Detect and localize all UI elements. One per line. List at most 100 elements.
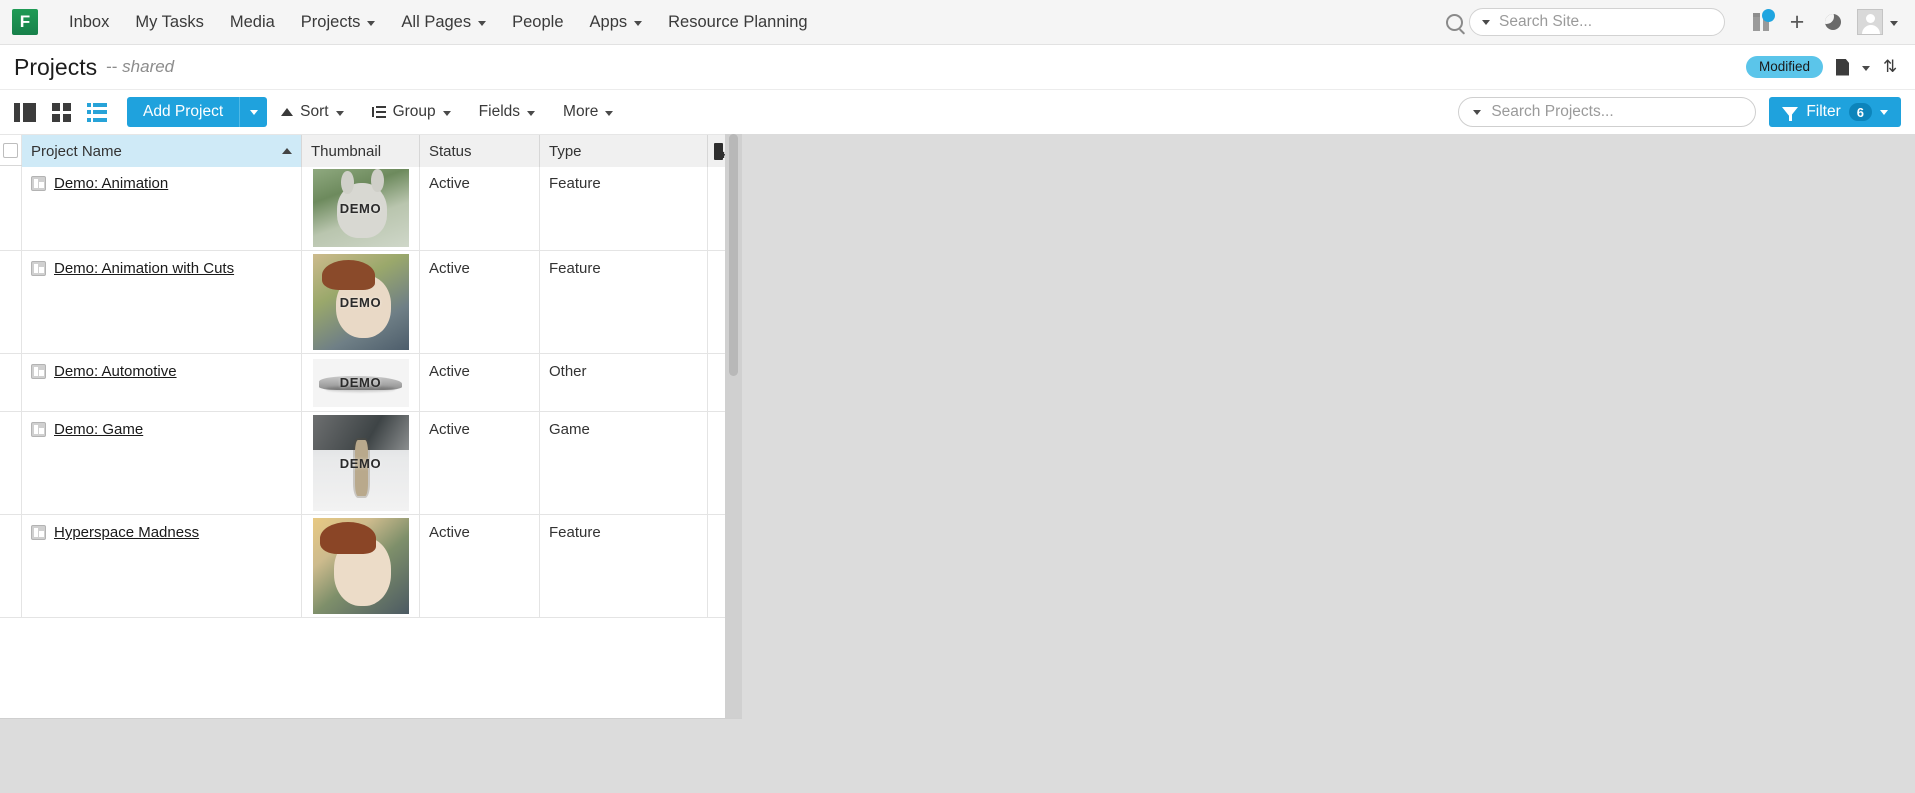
more-button[interactable]: More bbox=[549, 97, 627, 127]
vertical-scrollbar-thumb[interactable] bbox=[729, 134, 738, 376]
project-name-link[interactable]: Demo: Animation bbox=[54, 175, 168, 192]
cell-type[interactable]: Feature bbox=[540, 251, 708, 353]
project-name-link[interactable]: Demo: Animation with Cuts bbox=[54, 260, 234, 277]
nav-item-my-tasks[interactable]: My Tasks bbox=[122, 0, 216, 45]
page-header: Projects -- shared Modified ⇅ bbox=[0, 45, 1915, 90]
cell-thumbnail[interactable] bbox=[302, 515, 420, 617]
sort-label: Sort bbox=[300, 103, 329, 120]
cell-project-name[interactable]: Hyperspace Madness bbox=[22, 515, 302, 617]
search-projects-input[interactable]: Search Projects... bbox=[1458, 97, 1757, 127]
top-nav-right-group: Search Site... + bbox=[1446, 0, 1915, 45]
cell-thumbnail[interactable]: DEMO bbox=[302, 166, 420, 250]
top-navigation-bar: F Inbox My Tasks Media Projects All Page… bbox=[0, 0, 1915, 45]
filter-button[interactable]: Filter 6 bbox=[1769, 97, 1901, 127]
row-select-gutter[interactable] bbox=[0, 515, 22, 617]
document-icon[interactable] bbox=[1836, 58, 1849, 76]
site-search-group: Search Site... bbox=[1446, 8, 1725, 36]
refresh-icon[interactable]: ⇅ bbox=[1883, 58, 1901, 76]
cell-thumbnail[interactable]: DEMO bbox=[302, 412, 420, 514]
add-project-button[interactable]: Add Project bbox=[127, 97, 240, 127]
dark-mode-toggle[interactable] bbox=[1815, 0, 1851, 45]
project-name-link[interactable]: Demo: Automotive bbox=[54, 363, 177, 380]
status-badge[interactable]: Modified bbox=[1745, 56, 1823, 78]
column-header-label: Status bbox=[429, 142, 472, 160]
project-thumbnail: DEMO bbox=[312, 415, 409, 511]
cell-status[interactable]: Active bbox=[420, 354, 540, 411]
nav-item-label: Apps bbox=[589, 12, 628, 31]
project-icon bbox=[31, 525, 46, 540]
row-select-gutter[interactable] bbox=[0, 251, 22, 353]
sort-button[interactable]: Sort bbox=[267, 97, 357, 127]
search-icon[interactable] bbox=[1446, 13, 1463, 31]
add-project-dropdown-button[interactable] bbox=[239, 97, 268, 127]
column-header-label: Type bbox=[549, 142, 582, 160]
cell-type[interactable]: Other bbox=[540, 354, 708, 411]
chevron-down-icon bbox=[478, 20, 487, 26]
group-button[interactable]: Group bbox=[358, 97, 465, 127]
cell-thumbnail[interactable]: DEMO bbox=[302, 251, 420, 353]
row-select-gutter[interactable] bbox=[0, 354, 22, 411]
nav-item-media[interactable]: Media bbox=[217, 0, 288, 45]
table-row[interactable]: Demo: Automotive DEMO Active Other bbox=[0, 354, 742, 412]
cell-project-name[interactable]: Demo: Automotive bbox=[22, 354, 302, 411]
add-new-button[interactable]: + bbox=[1779, 0, 1815, 45]
cell-status[interactable]: Active bbox=[420, 515, 540, 617]
group-label: Group bbox=[392, 103, 436, 120]
row-select-gutter[interactable] bbox=[0, 166, 22, 250]
page-title: Projects bbox=[14, 53, 98, 80]
cell-status[interactable]: Active bbox=[420, 412, 540, 514]
nav-item-people[interactable]: People bbox=[499, 0, 576, 45]
column-header-status[interactable]: Status bbox=[420, 135, 540, 167]
thumbnail-watermark: DEMO bbox=[339, 375, 382, 390]
nav-item-apps[interactable]: Apps bbox=[577, 0, 656, 45]
nav-item-inbox[interactable]: Inbox bbox=[56, 0, 122, 45]
cell-type[interactable]: Feature bbox=[540, 166, 708, 250]
site-search-input[interactable]: Search Site... bbox=[1469, 8, 1725, 36]
nav-item-resource-planning[interactable]: Resource Planning bbox=[655, 0, 820, 45]
cell-thumbnail[interactable]: DEMO bbox=[302, 354, 420, 411]
table-row[interactable]: Demo: Animation with Cuts DEMO Active Featu… bbox=[0, 251, 742, 354]
gift-icon-button[interactable] bbox=[1743, 0, 1779, 45]
cell-status[interactable]: Active bbox=[420, 251, 540, 353]
cell-project-name[interactable]: Demo: Animation bbox=[22, 166, 302, 250]
type-value: Other bbox=[549, 363, 587, 380]
cell-status[interactable]: Active bbox=[420, 166, 540, 250]
select-all-gutter bbox=[0, 135, 22, 165]
app-logo[interactable]: F bbox=[12, 9, 38, 35]
nav-item-all-pages[interactable]: All Pages bbox=[388, 0, 499, 45]
cell-type[interactable]: Feature bbox=[540, 515, 708, 617]
chevron-down-icon bbox=[367, 20, 376, 26]
row-select-gutter[interactable] bbox=[0, 412, 22, 514]
nav-item-label: My Tasks bbox=[135, 12, 204, 31]
split-view-icon[interactable] bbox=[14, 102, 36, 122]
site-search-placeholder: Search Site... bbox=[1499, 13, 1593, 30]
project-name-link[interactable]: Hyperspace Madness bbox=[54, 524, 199, 541]
column-header-type[interactable]: Type bbox=[540, 135, 708, 167]
grid-view-icon[interactable] bbox=[52, 102, 71, 122]
nav-item-label: Media bbox=[229, 12, 275, 31]
select-all-checkbox[interactable] bbox=[3, 143, 18, 158]
project-icon bbox=[31, 422, 46, 437]
type-value: Game bbox=[549, 421, 590, 438]
nav-item-projects[interactable]: Projects bbox=[288, 0, 389, 45]
column-header-project-name[interactable]: Project Name bbox=[22, 135, 302, 167]
avatar bbox=[1856, 9, 1883, 35]
cell-project-name[interactable]: Demo: Game bbox=[22, 412, 302, 514]
cell-type[interactable]: Game bbox=[540, 412, 708, 514]
chevron-down-icon[interactable] bbox=[1862, 65, 1870, 71]
column-header-thumbnail[interactable]: Thumbnail bbox=[302, 135, 420, 167]
table-row[interactable]: Demo: Animation DEMO Active Feature bbox=[0, 166, 742, 251]
project-thumbnail bbox=[312, 518, 409, 614]
chevron-down-icon[interactable] bbox=[1482, 19, 1490, 25]
user-menu[interactable] bbox=[1851, 0, 1903, 45]
view-mode-group bbox=[14, 102, 107, 122]
chevron-down-icon[interactable] bbox=[1473, 109, 1482, 115]
project-name-link[interactable]: Demo: Game bbox=[54, 421, 143, 438]
cell-project-name[interactable]: Demo: Animation with Cuts bbox=[22, 251, 302, 353]
vertical-scrollbar-track[interactable] bbox=[725, 134, 742, 718]
list-view-icon[interactable] bbox=[87, 102, 107, 122]
table-row[interactable]: Hyperspace Madness Active Feature bbox=[0, 515, 742, 618]
fields-button[interactable]: Fields bbox=[465, 97, 549, 127]
table-row[interactable]: Demo: Game DEMO Active Game bbox=[0, 412, 742, 515]
group-icon bbox=[371, 106, 386, 118]
